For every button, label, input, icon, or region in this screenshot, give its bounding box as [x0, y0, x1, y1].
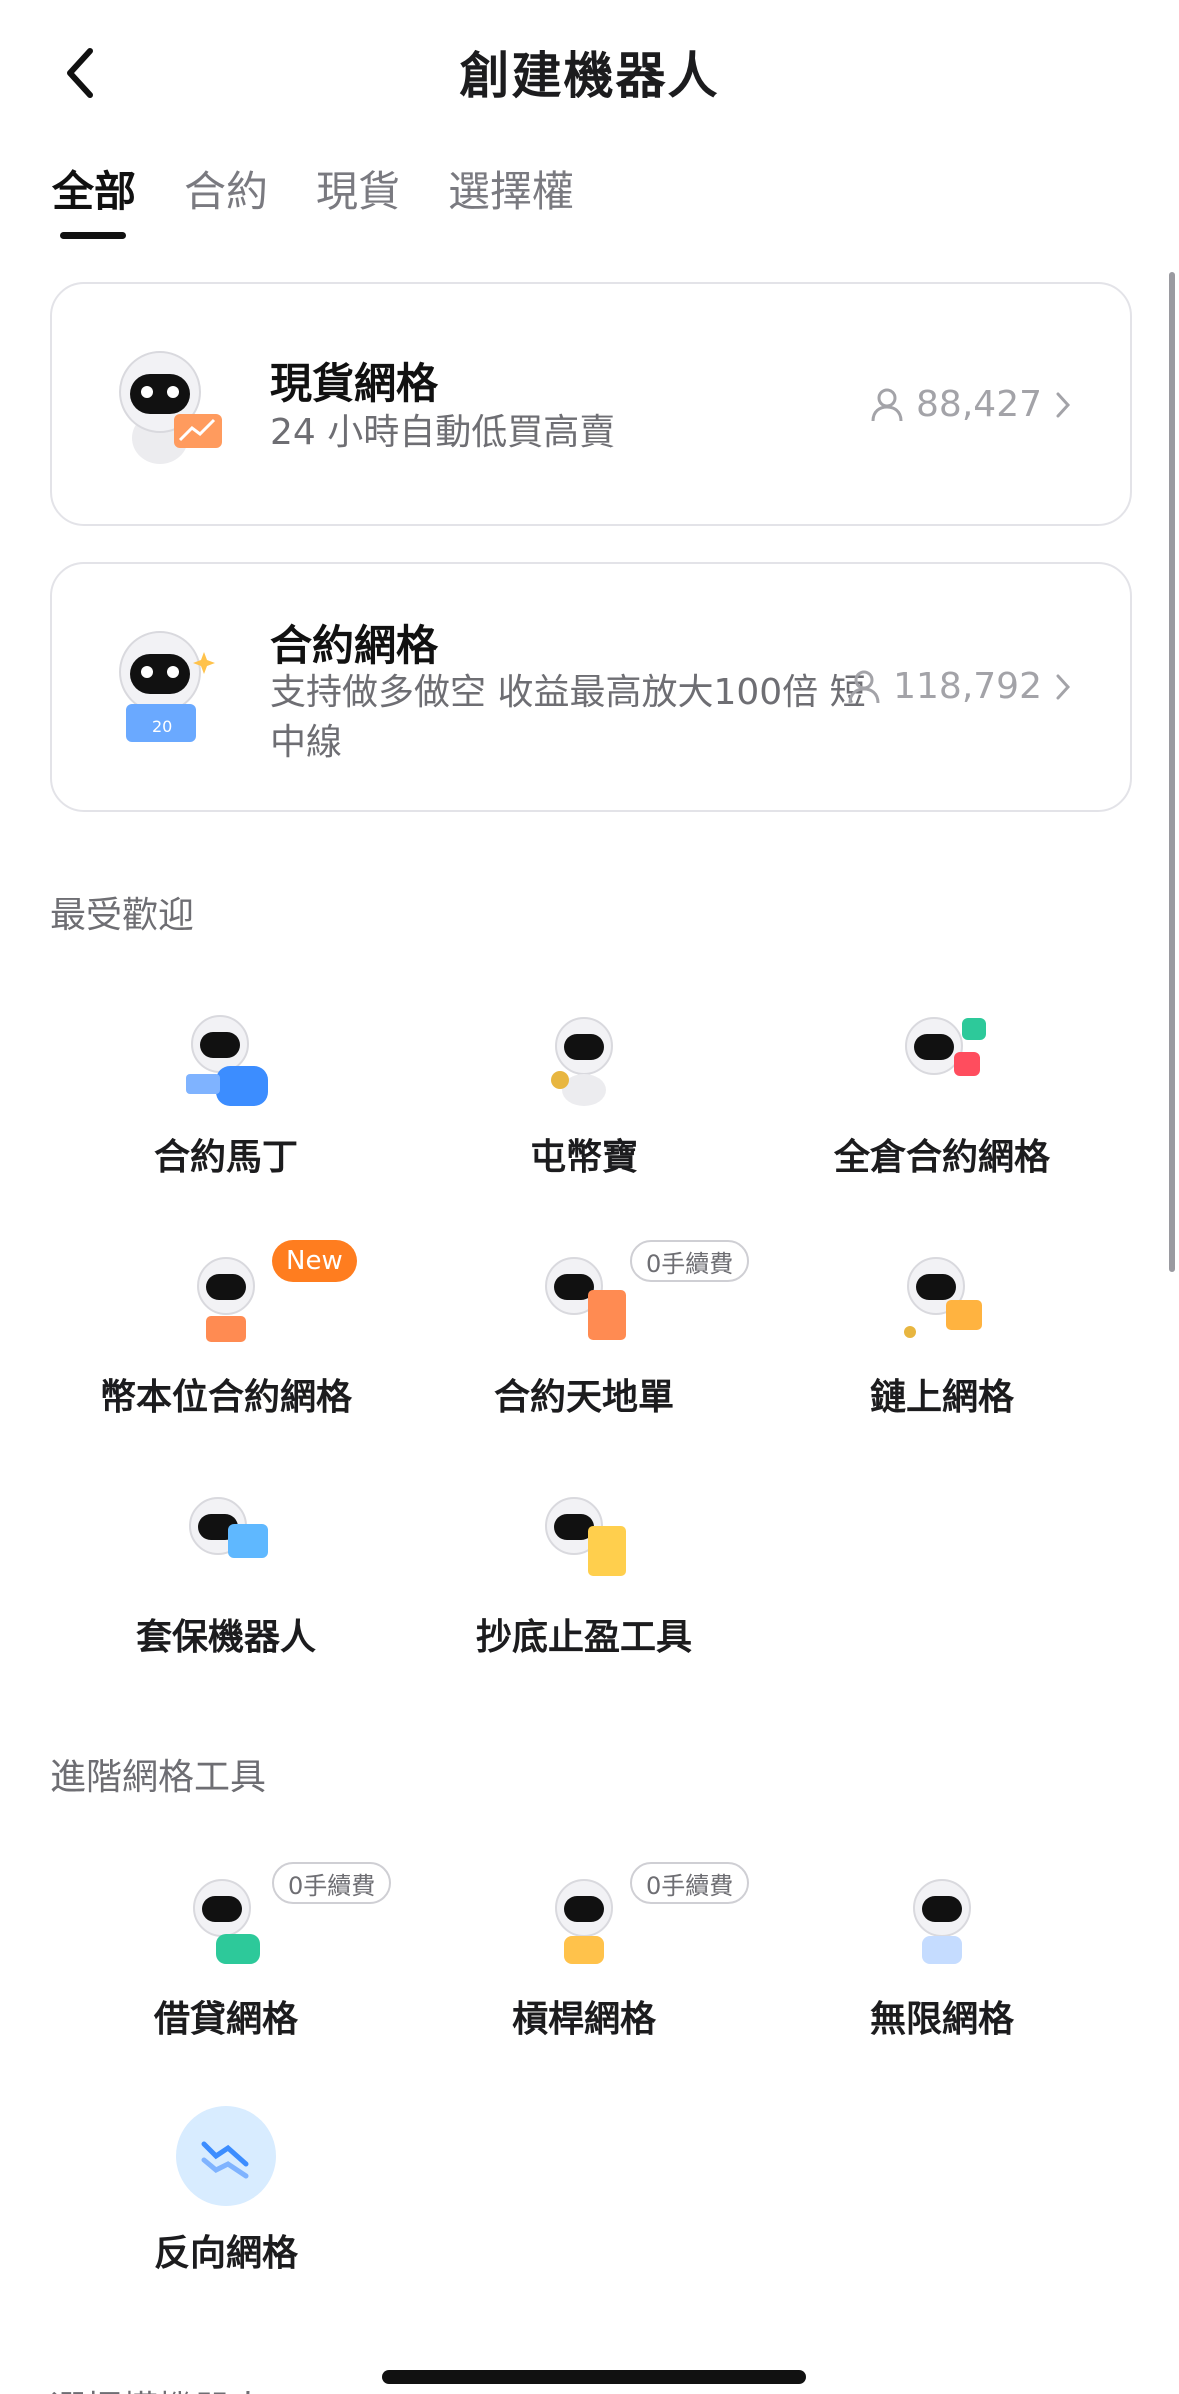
robot-mascot-icon: 20: [119, 631, 215, 742]
robot-mascot-icon: [197, 1257, 255, 1342]
section-title-options-bot: 選擇權機器人: [50, 2380, 266, 2394]
grid-item-coin-futures-grid[interactable]: New 幣本位合約網格: [46, 1240, 406, 1450]
badge-zero-fee: 0手續費: [630, 1862, 750, 1904]
card-title: 合約網格: [270, 621, 439, 670]
card-title: 現貨網格: [270, 359, 439, 408]
badge-zero-fee: 0手續費: [630, 1240, 750, 1282]
badge-zero-fee: 0手續費: [272, 1862, 392, 1904]
tab-options[interactable]: 選擇權: [448, 150, 574, 240]
grid-item-futures-tp-sl[interactable]: 0手續費 合約天地單: [404, 1240, 764, 1450]
tab-label: 合約: [184, 167, 269, 216]
user-count-value: 88,427: [916, 384, 1042, 425]
scrollbar[interactable]: [1169, 272, 1175, 1272]
grid-item-hedge-bot[interactable]: 套保機器人: [46, 1490, 406, 1690]
reverse-grid-icon: [176, 2106, 276, 2206]
item-label: 全倉合約網格: [833, 1137, 1050, 1178]
robot-mascot-icon: [551, 1017, 613, 1106]
grid-item-reverse-grid[interactable]: 反向網格: [46, 2106, 406, 2306]
grid-item-leverage-grid[interactable]: 0手續費 槓桿網格: [404, 1862, 764, 2072]
section-title-popular: 最受歡迎: [50, 895, 195, 936]
tab-futures[interactable]: 合約: [184, 150, 268, 240]
grid-item-dip-buy-tool[interactable]: 抄底止盈工具: [404, 1490, 764, 1690]
tab-indicator: [60, 232, 126, 239]
header: 創建機器人: [0, 0, 1179, 150]
robot-mascot-icon: [193, 1879, 260, 1964]
tab-label: 現貨: [316, 167, 401, 216]
card-description: 支持做多做空 收益最高放大100倍 短中線: [270, 672, 866, 763]
item-label: 套保機器人: [135, 1617, 316, 1658]
grid-item-cross-futures-grid[interactable]: 全倉合約網格: [762, 1010, 1122, 1210]
item-label: 合約天地單: [493, 1377, 674, 1418]
tab-label: 選擇權: [448, 167, 575, 216]
robot-mascot-icon: [913, 1879, 971, 1964]
badge-new: New: [272, 1240, 357, 1282]
robot-mascot-icon: [555, 1879, 613, 1964]
robot-mascot-icon: [904, 1257, 982, 1338]
card-description: 24 小時自動低買高賣: [270, 412, 616, 453]
robot-mascot-icon: [119, 351, 222, 464]
futures-grid-card[interactable]: 20 合約網格 支持做多做空 收益最高放大100倍 短中線 118,792: [50, 562, 1132, 812]
spot-grid-card[interactable]: 現貨網格 24 小時自動低買高賣 88,427: [50, 282, 1132, 526]
chevron-right-icon: [1056, 674, 1071, 699]
user-icon: [871, 388, 903, 421]
user-count-value: 118,792: [893, 666, 1042, 707]
section-title-advanced: 進階網格工具: [50, 1757, 267, 1798]
svg-text:20: 20: [152, 717, 172, 736]
tab-spot[interactable]: 現貨: [316, 150, 400, 240]
item-label: 屯幣寶: [529, 1137, 638, 1178]
tab-label: 全部: [52, 167, 137, 216]
item-label: 鏈上網格: [869, 1377, 1014, 1418]
item-label: 反向網格: [153, 2233, 298, 2274]
tab-bar: 全部 合約 現貨 選擇權: [52, 150, 574, 240]
tab-all[interactable]: 全部: [52, 150, 136, 240]
item-label: 無限網格: [869, 1999, 1014, 2040]
user-icon: [848, 670, 880, 703]
robot-mascot-icon: [545, 1497, 626, 1576]
grid-item-infinity-grid[interactable]: 無限網格: [762, 1872, 1122, 2072]
item-label: 合約馬丁: [153, 1137, 298, 1178]
grid-item-onchain-grid[interactable]: 鏈上網格: [762, 1250, 1122, 1450]
robot-mascot-icon: [545, 1257, 626, 1340]
robot-mascot-icon: [905, 1017, 986, 1076]
user-count: 88,427: [870, 384, 1072, 425]
grid-item-margin-grid[interactable]: 0手續費 借貸網格: [46, 1862, 406, 2072]
item-label: 幣本位合約網格: [99, 1377, 352, 1418]
item-label: 借貸網格: [153, 1999, 298, 2040]
page-title: 創建機器人: [459, 47, 720, 105]
robot-mascot-icon: [189, 1497, 268, 1558]
user-count: 118,792: [847, 666, 1072, 707]
home-indicator[interactable]: [382, 2370, 806, 2384]
grid-item-dca[interactable]: 屯幣寶: [404, 1010, 764, 1210]
item-label: 抄底止盈工具: [475, 1617, 692, 1658]
item-label: 槓桿網格: [511, 1999, 656, 2040]
grid-item-futures-martingale[interactable]: 合約馬丁: [46, 1010, 406, 1210]
robot-mascot-icon: [186, 1015, 268, 1106]
chevron-right-icon: [1056, 392, 1071, 417]
